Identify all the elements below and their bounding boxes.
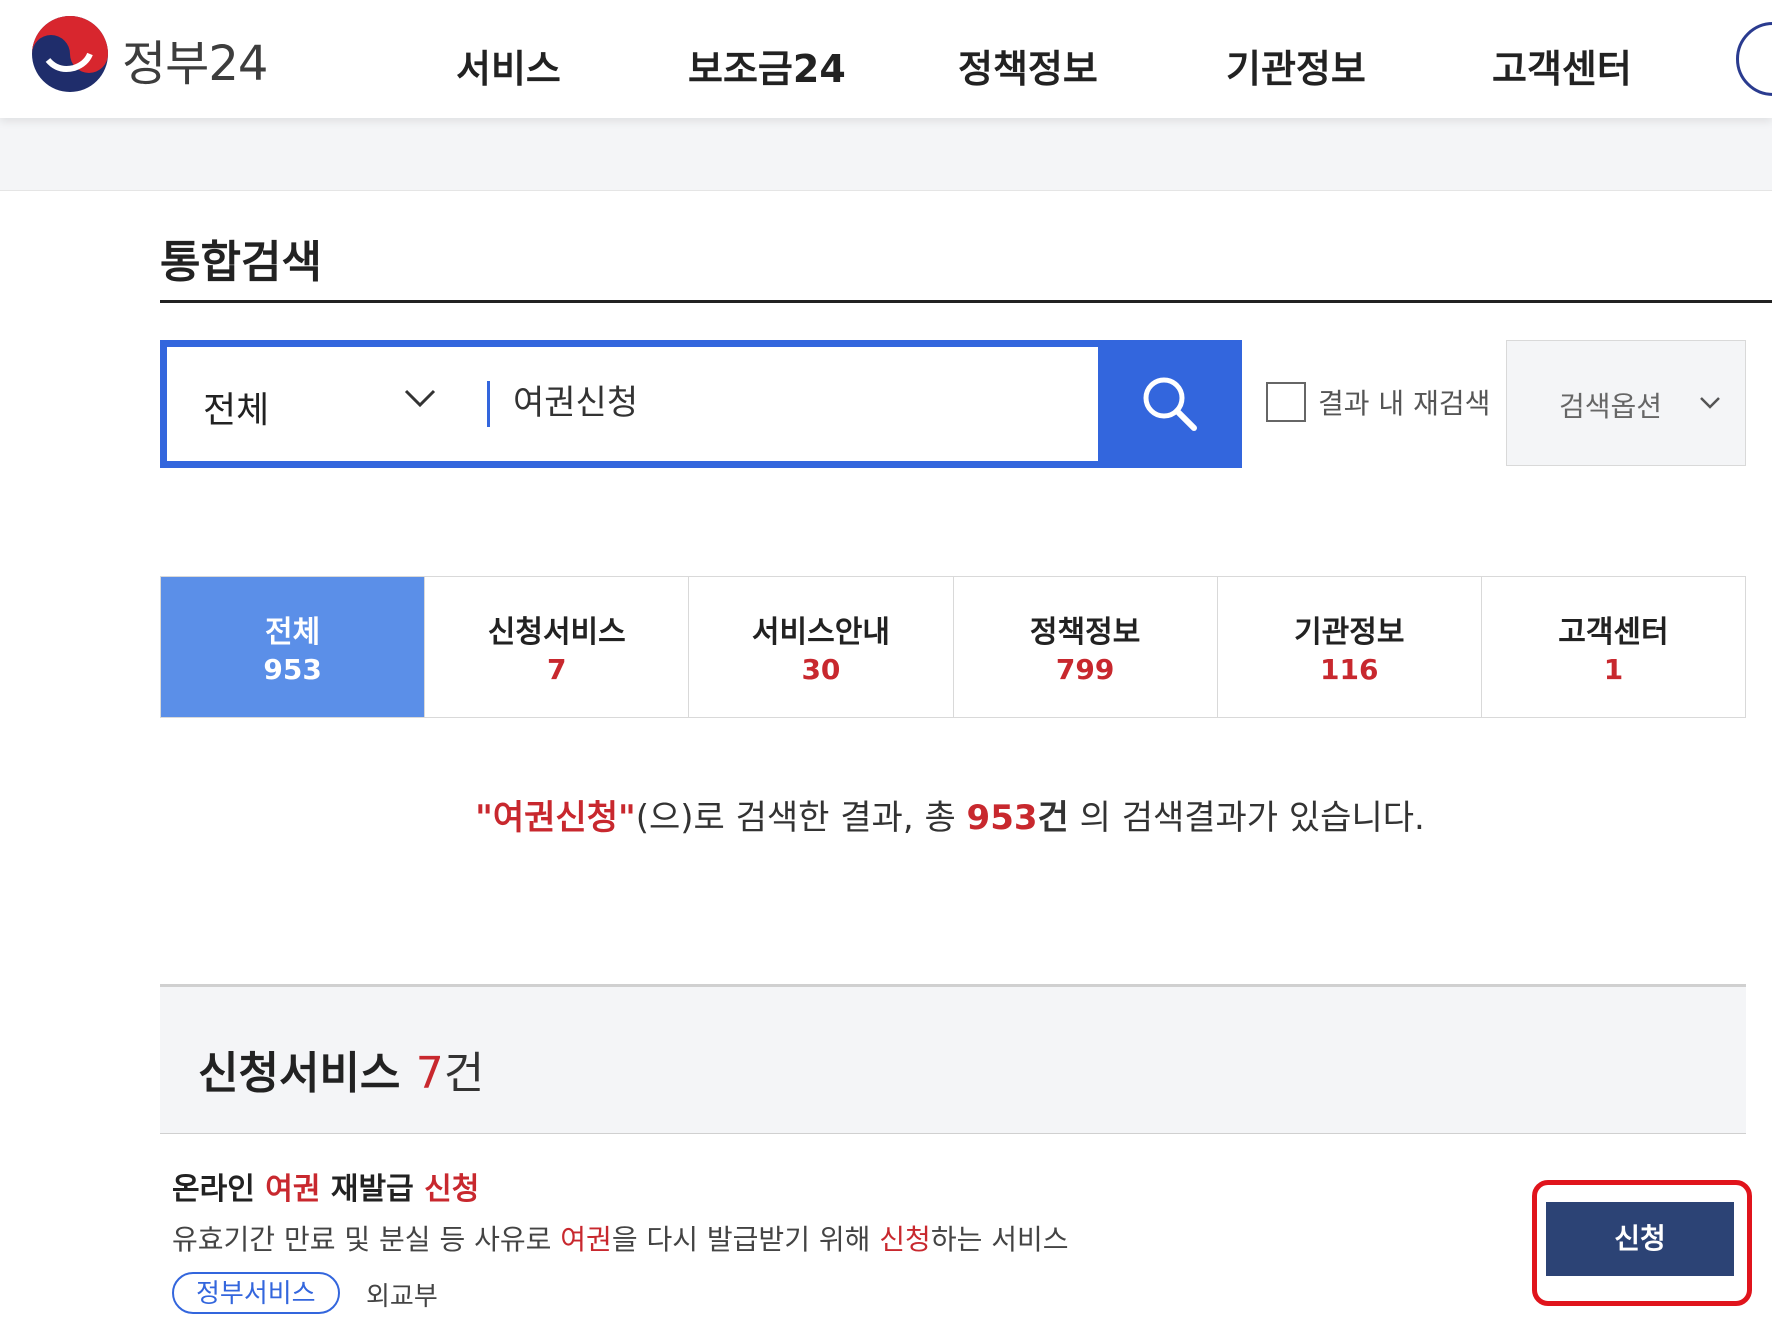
- re-search-checkbox[interactable]: [1266, 382, 1306, 422]
- summary-query: "여권신청": [475, 798, 636, 838]
- result-desc-keyword: 여권: [560, 1223, 612, 1256]
- tab-count: 30: [801, 653, 841, 686]
- section-title-label: 신청서비스: [198, 1048, 401, 1099]
- page-title: 통합검색: [160, 237, 322, 288]
- tab-label: 신청서비스: [487, 615, 626, 650]
- logo-text[interactable]: 정부24: [122, 24, 268, 94]
- result-title-keyword: 여권: [265, 1172, 321, 1207]
- gov-logo-icon[interactable]: [30, 14, 110, 94]
- section-count: 7: [415, 1048, 444, 1099]
- result-desc-part: 하는 서비스: [930, 1223, 1069, 1256]
- tab-all[interactable]: 전체 953: [161, 577, 426, 717]
- tab-count: 1: [1603, 653, 1624, 686]
- summary-total: 953: [966, 798, 1038, 838]
- summary-text-1: (으)로 검색한 결과, 총: [635, 798, 967, 838]
- nav-item-policy[interactable]: 정책정보: [958, 38, 1098, 93]
- service-type-badge: 정부서비스: [172, 1272, 340, 1314]
- result-desc-keyword: 신청: [879, 1223, 931, 1256]
- tab-label: 전체: [264, 615, 321, 650]
- search-scope-select[interactable]: 전체: [203, 381, 269, 433]
- nav-item-service[interactable]: 서비스: [456, 38, 561, 93]
- nav-item-subsidy[interactable]: 보조금24: [688, 38, 846, 93]
- search-bar: 전체: [160, 340, 1242, 468]
- result-title-part: 온라인: [172, 1172, 266, 1207]
- search-options-button[interactable]: 검색옵션: [1506, 340, 1746, 466]
- tab-label: 고객센터: [1558, 615, 1669, 650]
- title-divider: [160, 300, 1772, 303]
- result-description: 유효기간 만료 및 분실 등 사유로 여권을 다시 발급받기 위해 신청하는 서…: [172, 1218, 1069, 1258]
- top-header: 정부24 서비스 보조금24 정책정보 기관정보 고객센터: [0, 0, 1772, 118]
- summary-text-2: 의 검색결과가 있습니다.: [1068, 798, 1425, 838]
- tab-agency-info[interactable]: 기관정보 116: [1218, 577, 1482, 717]
- tab-count: 799: [1055, 653, 1115, 686]
- section-header: 신청서비스 7건: [160, 984, 1746, 1134]
- result-title-part: 재발급: [320, 1172, 425, 1207]
- tab-policy-info[interactable]: 정책정보 799: [954, 577, 1218, 717]
- chevron-down-icon[interactable]: [403, 381, 437, 415]
- result-desc-part: 을 다시 발급받기 위해: [611, 1223, 880, 1256]
- search-button[interactable]: [1098, 340, 1242, 468]
- search-options-label: 검색옵션: [1559, 390, 1663, 423]
- tab-service-guide[interactable]: 서비스안내 30: [689, 577, 954, 717]
- nav-item-support[interactable]: 고객센터: [1492, 38, 1632, 93]
- chevron-down-icon: [1700, 397, 1720, 409]
- tab-application-service[interactable]: 신청서비스 7: [425, 577, 690, 717]
- result-desc-part: 유효기간 만료 및 분실 등 사유로: [172, 1223, 561, 1256]
- header-spacer: [0, 118, 1772, 191]
- apply-button[interactable]: 신청: [1546, 1202, 1734, 1276]
- tab-customer-center[interactable]: 고객센터 1: [1482, 577, 1745, 717]
- tab-label: 서비스안내: [751, 615, 890, 650]
- result-title-link[interactable]: 온라인 여권 재발급 신청: [172, 1164, 479, 1208]
- result-title-keyword: 신청: [424, 1172, 480, 1207]
- section-unit: 건: [443, 1048, 485, 1099]
- tab-count: 116: [1320, 653, 1379, 686]
- summary-unit: 건: [1037, 798, 1069, 838]
- category-tabs: 전체 953 신청서비스 7 서비스안내 30 정책정보 799 기관정보 11…: [160, 576, 1746, 718]
- search-input[interactable]: [513, 373, 953, 425]
- result-organization: 외교부: [366, 1282, 438, 1312]
- search-result-summary: "여권신청"(으)로 검색한 결과, 총 953건 의 검색결과가 있습니다.: [0, 790, 1772, 839]
- search-icon: [1143, 377, 1197, 431]
- section-title: 신청서비스 7건: [198, 1037, 484, 1101]
- tab-label: 기관정보: [1294, 615, 1405, 650]
- user-menu-button[interactable]: [1736, 22, 1772, 96]
- re-search-label: 결과 내 재검색: [1318, 387, 1491, 420]
- tab-count: 7: [547, 653, 567, 686]
- tab-label: 정책정보: [1029, 615, 1141, 650]
- tab-count: 953: [263, 653, 322, 686]
- search-cursor-divider: [487, 381, 490, 427]
- nav-item-agency[interactable]: 기관정보: [1226, 38, 1366, 93]
